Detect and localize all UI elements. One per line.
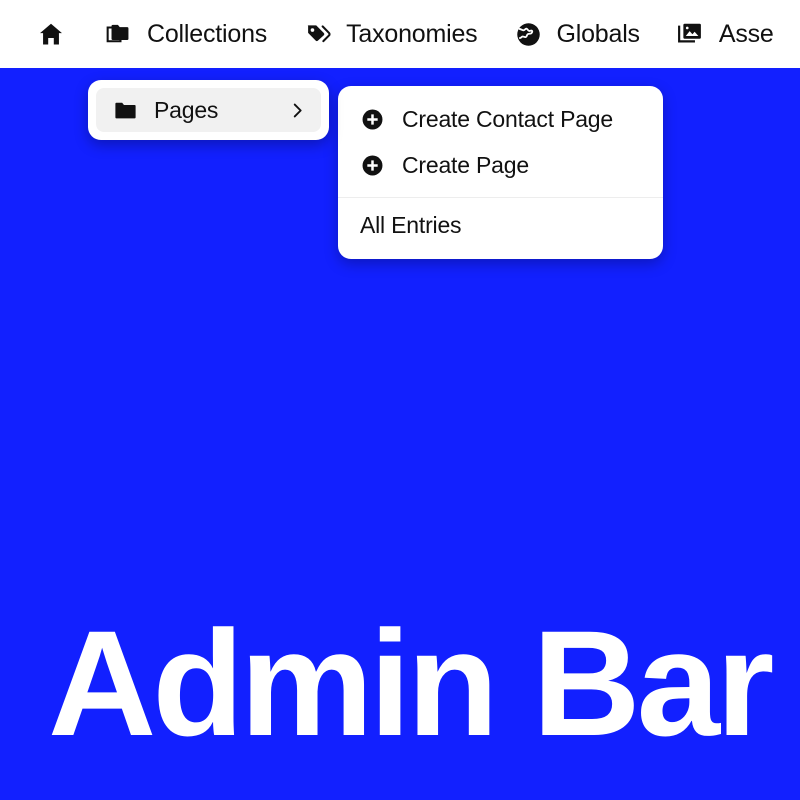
nav-item-collections[interactable]: Collections <box>104 0 267 68</box>
submenu-item-create-page[interactable]: Create Page <box>338 142 663 188</box>
admin-bar: Collections Taxonomies Globals Asse <box>0 0 800 68</box>
folder-icon <box>112 97 138 123</box>
page-title: Admin Bar <box>48 599 774 767</box>
submenu-item-all-entries[interactable]: All Entries <box>338 198 663 253</box>
nav-item-globals[interactable]: Globals <box>513 0 640 68</box>
pages-menu-item[interactable]: Pages <box>96 88 321 132</box>
images-icon <box>676 19 706 49</box>
nav-label-assets: Asse <box>718 19 774 48</box>
nav-label-globals: Globals <box>556 19 640 48</box>
pages-menu-label: Pages <box>154 96 219 123</box>
submenu-label-all-entries: All Entries <box>360 212 462 238</box>
nav-label-collections: Collections <box>147 19 268 48</box>
pages-submenu-panel: Create Contact Page Create Page All Entr… <box>338 86 663 259</box>
plus-circle-icon <box>360 107 384 131</box>
tags-icon <box>303 19 333 49</box>
chevron-right-icon <box>287 100 307 120</box>
submenu-item-create-contact-page[interactable]: Create Contact Page <box>338 96 663 142</box>
nav-item-home[interactable] <box>36 0 66 68</box>
submenu-label-create-page: Create Page <box>402 151 529 178</box>
nav-item-assets[interactable]: Asse <box>676 0 774 68</box>
nav-label-taxonomies: Taxonomies <box>346 19 478 48</box>
nav-item-taxonomies[interactable]: Taxonomies <box>303 0 478 68</box>
folders-icon <box>104 19 134 49</box>
submenu-label-create-contact-page: Create Contact Page <box>402 105 613 132</box>
home-icon <box>36 19 66 49</box>
globe-icon <box>513 19 543 49</box>
pages-menu-panel: Pages <box>88 80 329 140</box>
plus-circle-icon <box>360 153 384 177</box>
